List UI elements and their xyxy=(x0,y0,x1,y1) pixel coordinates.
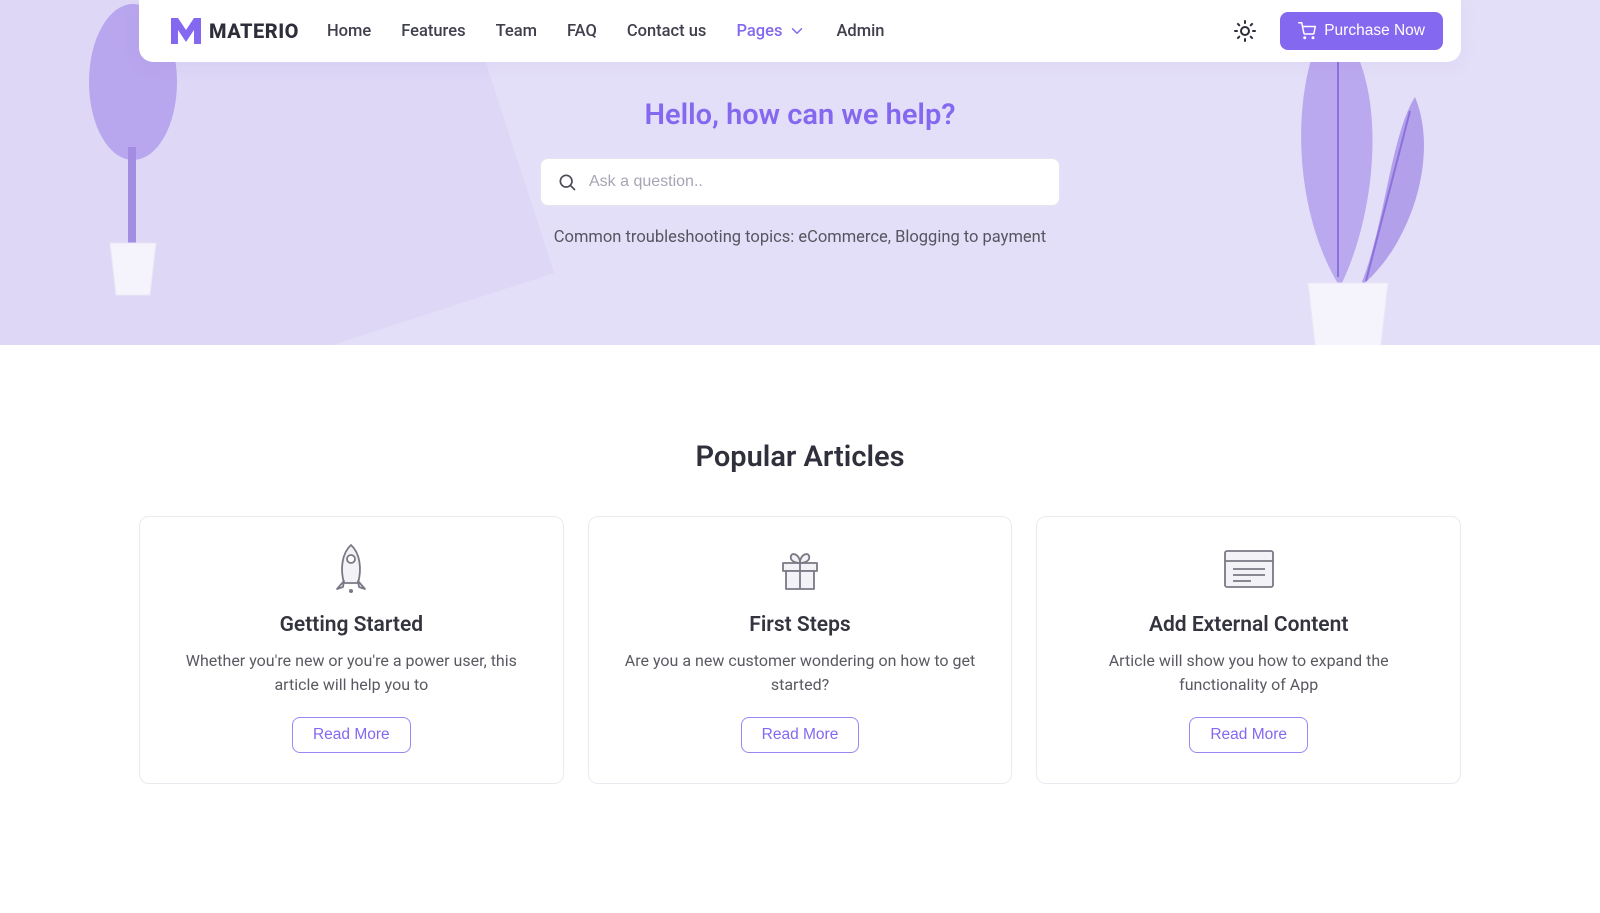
document-icon xyxy=(1223,549,1275,589)
card-desc: Article will show you how to expand the … xyxy=(1065,649,1432,697)
article-cards: Getting Started Whether you're new or yo… xyxy=(139,516,1461,784)
article-card-external-content: Add External Content Article will show y… xyxy=(1036,516,1461,784)
card-title: Getting Started xyxy=(168,613,535,637)
read-more-button[interactable]: Read More xyxy=(741,717,860,753)
nav-home[interactable]: Home xyxy=(327,22,371,41)
search-box[interactable] xyxy=(540,158,1060,206)
search-icon xyxy=(557,172,577,192)
card-title: Add External Content xyxy=(1065,613,1432,637)
gift-icon xyxy=(775,545,825,593)
top-nav: MATERIO Home Features Team FAQ Contact u… xyxy=(139,0,1461,62)
chevron-down-icon xyxy=(788,22,806,40)
nav-admin[interactable]: Admin xyxy=(836,22,884,41)
card-desc: Are you a new customer wondering on how … xyxy=(617,649,984,697)
article-card-first-steps: First Steps Are you a new customer wonde… xyxy=(588,516,1013,784)
card-title: First Steps xyxy=(617,613,984,637)
brand-name: MATERIO xyxy=(209,19,299,43)
main-nav: Home Features Team FAQ Contact us Pages … xyxy=(327,22,885,41)
card-desc: Whether you're new or you're a power use… xyxy=(168,649,535,697)
purchase-button[interactable]: Purchase Now xyxy=(1280,12,1443,50)
nav-faq[interactable]: FAQ xyxy=(567,22,597,41)
nav-contact-us[interactable]: Contact us xyxy=(627,22,707,41)
articles-section-title: Popular Articles xyxy=(139,440,1461,474)
read-more-button[interactable]: Read More xyxy=(292,717,411,753)
brand-logo[interactable]: MATERIO xyxy=(171,18,299,44)
theme-toggle[interactable] xyxy=(1226,12,1264,50)
article-card-getting-started: Getting Started Whether you're new or yo… xyxy=(139,516,564,784)
nav-pages-label: Pages xyxy=(736,22,782,41)
search-input[interactable] xyxy=(589,173,1043,191)
nav-team[interactable]: Team xyxy=(496,22,537,41)
nav-pages[interactable]: Pages xyxy=(736,22,806,41)
logo-icon xyxy=(171,18,201,44)
nav-features[interactable]: Features xyxy=(401,22,465,41)
sun-icon xyxy=(1233,19,1257,43)
read-more-button[interactable]: Read More xyxy=(1189,717,1308,753)
hero-title: Hello, how can we help? xyxy=(540,98,1060,132)
cart-icon xyxy=(1298,22,1316,40)
rocket-icon xyxy=(329,543,373,595)
popular-articles-section: Popular Articles Getting Started Whether… xyxy=(0,345,1600,824)
purchase-button-label: Purchase Now xyxy=(1324,22,1425,40)
hero-subtext: Common troubleshooting topics: eCommerce… xyxy=(540,228,1060,247)
